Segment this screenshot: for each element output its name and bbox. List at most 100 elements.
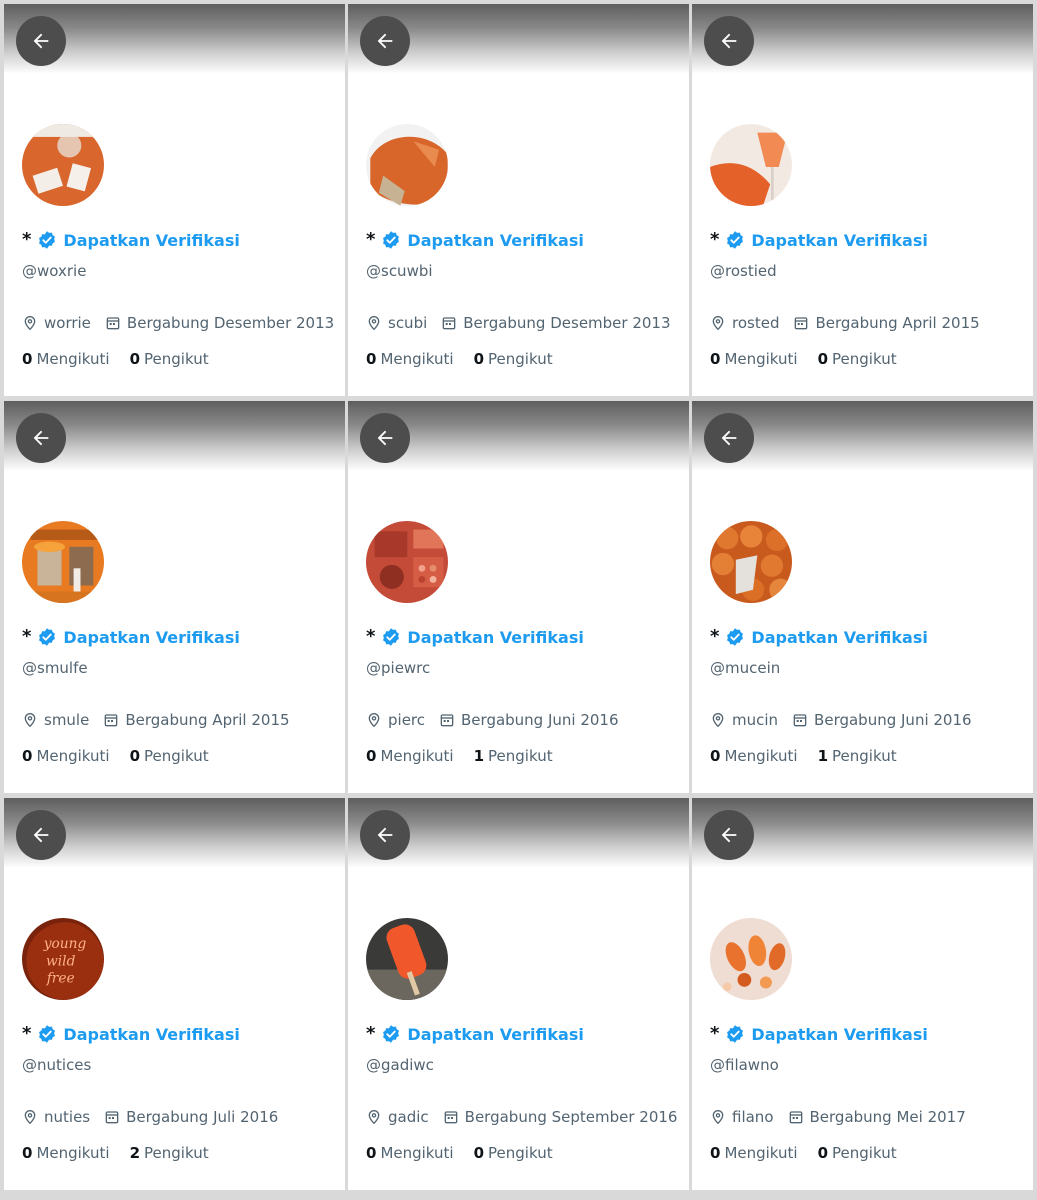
followers-link[interactable]: 0 Pengikut <box>818 350 897 368</box>
followers-count: 0 <box>473 1144 485 1162</box>
get-verified-link[interactable]: Dapatkan Verifikasi <box>407 628 583 647</box>
profile-meta: worrie Bergabung Desember 2013 <box>22 314 334 332</box>
get-verified-link[interactable]: Dapatkan Verifikasi <box>63 231 239 250</box>
join-date: Bergabung April 2015 <box>815 314 980 332</box>
display-name: * <box>710 626 720 647</box>
calendar-icon <box>440 714 454 727</box>
profile-grid: * Dapatkan Verifikasi @woxrie worrie Ber… <box>0 0 1037 1200</box>
following-link[interactable]: 0 Mengikuti <box>710 747 798 765</box>
name-row: * Dapatkan Verifikasi <box>366 627 584 647</box>
location-text: filano <box>732 1108 774 1126</box>
avatar-orange-drink-photo[interactable] <box>708 122 794 208</box>
back-button[interactable] <box>360 413 410 463</box>
follow-stats: 0 Mengikuti 0 Pengikut <box>366 350 553 368</box>
followers-link[interactable]: 2 Pengikut <box>130 1144 209 1162</box>
back-button[interactable] <box>360 16 410 66</box>
followers-count: 0 <box>473 350 485 368</box>
followers-label: Pengikut <box>832 350 897 368</box>
following-label: Mengikuti <box>724 1144 798 1162</box>
get-verified-link[interactable]: Dapatkan Verifikasi <box>63 1025 239 1044</box>
get-verified-link[interactable]: Dapatkan Verifikasi <box>407 231 583 250</box>
followers-link[interactable]: 0 Pengikut <box>474 350 553 368</box>
profile-meta: gadic Bergabung September 2016 <box>366 1108 677 1126</box>
arrow-left-icon <box>33 33 49 49</box>
profile-meta: mucin Bergabung Juni 2016 <box>710 711 972 729</box>
verified-badge-icon <box>39 628 56 646</box>
following-link[interactable]: 0 Mengikuti <box>366 1144 454 1162</box>
followers-label: Pengikut <box>488 747 553 765</box>
location-text: smule <box>44 711 90 729</box>
followers-link[interactable]: 0 Pengikut <box>818 1144 897 1162</box>
followers-count: 0 <box>817 1144 829 1162</box>
back-button[interactable] <box>360 810 410 860</box>
get-verified-link[interactable]: Dapatkan Verifikasi <box>751 628 927 647</box>
back-button[interactable] <box>16 810 66 860</box>
profile-meta: smule Bergabung April 2015 <box>22 711 290 729</box>
following-link[interactable]: 0 Mengikuti <box>22 1144 110 1162</box>
name-row: * Dapatkan Verifikasi <box>366 230 584 250</box>
join-date: Bergabung Desember 2013 <box>126 314 335 332</box>
back-button[interactable] <box>704 16 754 66</box>
username-handle: @scuwbi <box>366 262 433 280</box>
avatar-orange-table-photo[interactable] <box>20 122 106 208</box>
avatar-orange-storefront-photo[interactable] <box>20 519 106 605</box>
arrow-left-icon <box>377 827 393 843</box>
following-count: 0 <box>710 747 721 765</box>
calendar-icon <box>793 714 807 727</box>
follow-stats: 0 Mengikuti 1 Pengikut <box>710 747 897 765</box>
location-pin-icon <box>368 712 380 728</box>
back-button[interactable] <box>704 413 754 463</box>
location-text: gadic <box>388 1108 429 1126</box>
following-link[interactable]: 0 Mengikuti <box>22 747 110 765</box>
follow-stats: 0 Mengikuti 0 Pengikut <box>710 1144 897 1162</box>
following-count: 0 <box>366 1144 377 1162</box>
followers-link[interactable]: 1 Pengikut <box>474 747 553 765</box>
profile-card: * Dapatkan Verifikasi @mucein mucin Berg… <box>692 401 1033 793</box>
calendar-icon <box>789 1111 802 1124</box>
location-pin-icon <box>368 315 380 331</box>
back-button[interactable] <box>16 16 66 66</box>
following-count: 0 <box>22 350 33 368</box>
get-verified-link[interactable]: Dapatkan Verifikasi <box>407 1025 583 1044</box>
following-label: Mengikuti <box>380 1144 454 1162</box>
profile-card: * Dapatkan Verifikasi @rostied rosted Be… <box>692 4 1033 396</box>
following-link[interactable]: 0 Mengikuti <box>366 747 454 765</box>
followers-link[interactable]: 0 Pengikut <box>474 1144 553 1162</box>
calendar-icon <box>795 317 808 330</box>
arrow-left-icon <box>33 827 49 843</box>
back-button[interactable] <box>704 810 754 860</box>
avatar-orange-nails-photo[interactable] <box>708 916 794 1002</box>
avatar-orange-paint-photo[interactable] <box>364 122 450 208</box>
get-verified-link[interactable]: Dapatkan Verifikasi <box>751 231 927 250</box>
avatar-orange-popsicle-photo[interactable] <box>364 916 450 1002</box>
avatar-orange-fruits-photo[interactable] <box>708 519 794 605</box>
profile-card: young wild free * Dapatkan Verifikasi @nut… <box>4 798 345 1190</box>
following-link[interactable]: 0 Mengikuti <box>710 1144 798 1162</box>
avatar-neon-sign-photo[interactable]: young wild free <box>20 916 106 1002</box>
followers-count: 1 <box>473 747 485 765</box>
following-link[interactable]: 0 Mengikuti <box>22 350 110 368</box>
display-name: * <box>710 1023 720 1044</box>
followers-link[interactable]: 0 Pengikut <box>130 350 209 368</box>
location-text: rosted <box>732 314 780 332</box>
following-link[interactable]: 0 Mengikuti <box>710 350 798 368</box>
display-name: * <box>366 626 376 647</box>
calendar-icon <box>444 1111 457 1124</box>
get-verified-link[interactable]: Dapatkan Verifikasi <box>63 628 239 647</box>
svg-text:free: free <box>46 971 75 987</box>
display-name: * <box>22 626 32 647</box>
verified-badge-icon <box>727 628 744 646</box>
followers-link[interactable]: 1 Pengikut <box>818 747 897 765</box>
followers-link[interactable]: 0 Pengikut <box>130 747 209 765</box>
profile-meta: pierc Bergabung Juni 2016 <box>366 711 619 729</box>
arrow-left-icon <box>377 430 393 446</box>
back-button[interactable] <box>16 413 66 463</box>
get-verified-link[interactable]: Dapatkan Verifikasi <box>751 1025 927 1044</box>
avatar-orange-makeup-photo[interactable] <box>364 519 450 605</box>
location-pin-icon <box>24 315 36 331</box>
following-link[interactable]: 0 Mengikuti <box>366 350 454 368</box>
profile-card: * Dapatkan Verifikasi @filawno filano Be… <box>692 798 1033 1190</box>
username-handle: @rostied <box>710 262 777 280</box>
followers-label: Pengikut <box>144 350 209 368</box>
join-date: Bergabung September 2016 <box>464 1108 678 1126</box>
